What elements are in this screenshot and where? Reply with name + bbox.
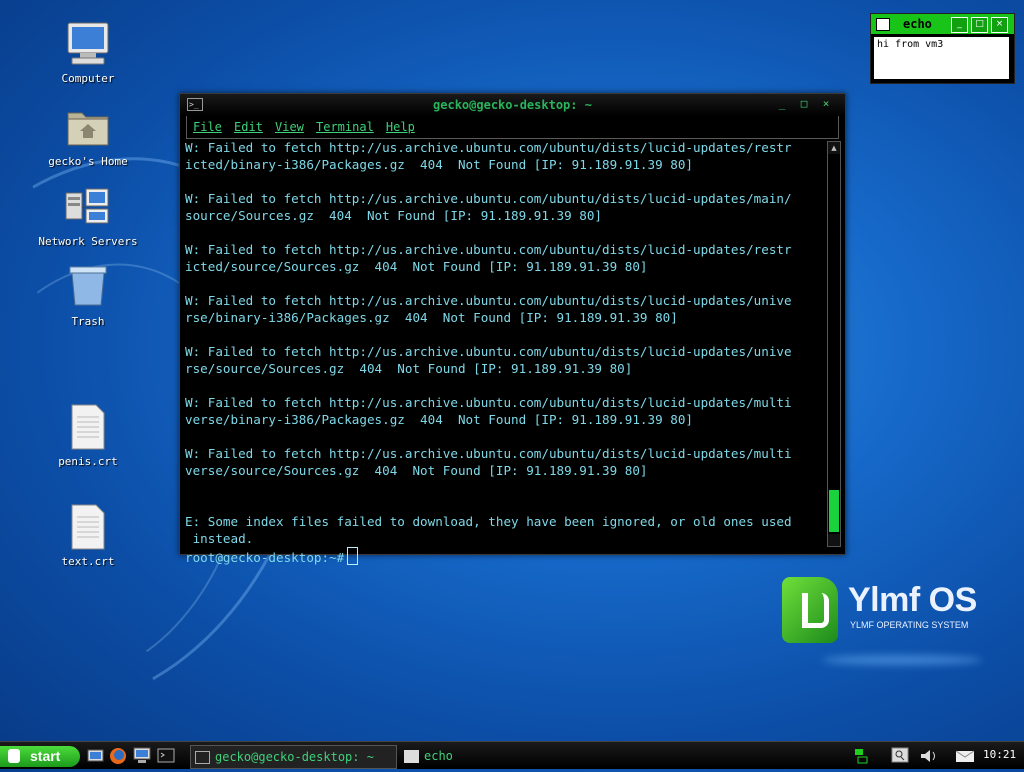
- network-servers-icon: [64, 183, 112, 231]
- terminal-title: gecko@gecko-desktop: ~: [433, 98, 592, 112]
- terminal-line: verse/source/Sources.gz 404 Not Found [I…: [185, 463, 648, 478]
- terminal-output[interactable]: W: Failed to fetch http://us.archive.ubu…: [185, 139, 823, 565]
- close-button[interactable]: ×: [991, 17, 1008, 33]
- scroll-down-arrow-icon[interactable]: [828, 534, 840, 546]
- file-icon: [64, 403, 112, 451]
- taskbar: start gecko@gecko-desktop: ~ echo 10:21: [0, 741, 1024, 769]
- desktop-icon-network-servers[interactable]: Network Servers: [33, 183, 143, 248]
- terminal-window[interactable]: >_ gecko@gecko-desktop: ~ _ □ × File Edit …: [179, 93, 846, 565]
- maximize-button[interactable]: □: [971, 17, 988, 33]
- desktop-icon-trash[interactable]: Trash: [33, 263, 143, 328]
- home-folder-icon: [64, 103, 112, 151]
- computer-icon: [64, 20, 112, 68]
- terminal-line: source/Sources.gz 404 Not Found [IP: 91.…: [185, 208, 603, 223]
- volume-icon[interactable]: [918, 746, 940, 766]
- desktop-icon-label: Network Servers: [38, 235, 138, 248]
- desktop-icon-label: penis.crt: [58, 455, 118, 468]
- desktop-icon-home[interactable]: gecko's Home: [33, 103, 143, 168]
- clock: 10:21: [983, 748, 1017, 761]
- menu-file[interactable]: File: [193, 120, 222, 134]
- file-icon: [64, 503, 112, 551]
- scrollbar-thumb[interactable]: [829, 490, 839, 532]
- logo-subtitle: YLMF OPERATING SYSTEM: [850, 620, 969, 630]
- desktop-icon-label: Computer: [61, 72, 115, 85]
- terminal-launcher-icon[interactable]: [156, 746, 176, 765]
- echo-title: echo: [903, 17, 932, 31]
- desktop-icon-file[interactable]: text.crt: [33, 503, 143, 568]
- desktop-icon-label: text.crt: [61, 555, 115, 568]
- scroll-up-arrow-icon[interactable]: ▲: [828, 142, 840, 154]
- terminal-line: W: Failed to fetch http://us.archive.ubu…: [185, 242, 792, 257]
- show-desktop-icon[interactable]: [86, 746, 106, 765]
- start-label: start: [30, 748, 61, 764]
- start-icon: [8, 749, 20, 763]
- menu-view[interactable]: View: [275, 120, 304, 134]
- task-label: echo: [424, 749, 453, 763]
- task-terminal[interactable]: gecko@gecko-desktop: ~: [190, 745, 397, 769]
- terminal-icon: [195, 751, 210, 764]
- desktop-icon-label: Trash: [71, 315, 105, 328]
- terminal-prompt: root@gecko-desktop:~#: [185, 550, 345, 565]
- terminal-line: rse/binary-i386/Packages.gz 404 Not Foun…: [185, 310, 678, 325]
- mail-icon[interactable]: [954, 746, 976, 766]
- computer-icon[interactable]: [132, 746, 152, 765]
- window-icon: [404, 750, 419, 763]
- desktop-icon-label: gecko's Home: [48, 155, 128, 168]
- terminal-cursor: [347, 547, 359, 565]
- terminal-line: icted/source/Sources.gz 404 Not Found [I…: [185, 259, 648, 274]
- echo-text: hi from vm3: [874, 37, 1009, 79]
- terminal-line: verse/binary-i386/Packages.gz 404 Not Fo…: [185, 412, 693, 427]
- terminal-line: E: Some index files failed to download, …: [185, 514, 792, 529]
- terminal-line: W: Failed to fetch http://us.archive.ubu…: [185, 191, 792, 206]
- minimize-button[interactable]: _: [771, 97, 793, 110]
- terminal-scrollbar[interactable]: ▲: [827, 141, 841, 547]
- window-icon: [876, 18, 890, 31]
- trash-icon: [64, 263, 112, 311]
- start-button[interactable]: start: [0, 746, 80, 767]
- terminal-line: W: Failed to fetch http://us.archive.ubu…: [185, 446, 792, 461]
- desktop-icon-file[interactable]: penis.crt: [33, 403, 143, 468]
- echo-titlebar[interactable]: echo _ □ ×: [871, 14, 1014, 34]
- terminal-prompt-line[interactable]: root@gecko-desktop:~#: [185, 547, 823, 566]
- menu-edit[interactable]: Edit: [234, 120, 263, 134]
- logo-name: Ylmf OS: [848, 581, 977, 619]
- terminal-line: W: Failed to fetch http://us.archive.ubu…: [185, 293, 792, 308]
- terminal-line: icted/binary-i386/Packages.gz 404 Not Fo…: [185, 157, 693, 172]
- terminal-menubar: File Edit View Terminal Help: [186, 116, 839, 139]
- task-label: gecko@gecko-desktop: ~: [215, 750, 374, 764]
- menu-terminal[interactable]: Terminal: [316, 120, 374, 134]
- minimize-button[interactable]: _: [951, 17, 968, 33]
- ylmf-logo-icon: [782, 577, 838, 643]
- maximize-button[interactable]: □: [793, 97, 815, 110]
- echo-window[interactable]: echo _ □ × hi from vm3: [870, 13, 1015, 84]
- terminal-line: W: Failed to fetch http://us.archive.ubu…: [185, 344, 792, 359]
- task-echo[interactable]: echo: [400, 745, 580, 767]
- close-button[interactable]: ×: [815, 97, 837, 110]
- menu-help[interactable]: Help: [386, 120, 415, 134]
- terminal-line: W: Failed to fetch http://us.archive.ubu…: [185, 140, 792, 155]
- terminal-line: W: Failed to fetch http://us.archive.ubu…: [185, 395, 792, 410]
- firefox-icon[interactable]: [108, 746, 128, 765]
- search-icon[interactable]: [890, 746, 912, 766]
- terminal-titlebar[interactable]: >_ gecko@gecko-desktop: ~ _ □ ×: [180, 94, 845, 116]
- terminal-line: rse/source/Sources.gz 404 Not Found [IP:…: [185, 361, 633, 376]
- terminal-line: instead.: [185, 531, 254, 546]
- network-status-icon[interactable]: [852, 746, 870, 766]
- desktop-icon-computer[interactable]: Computer: [33, 20, 143, 85]
